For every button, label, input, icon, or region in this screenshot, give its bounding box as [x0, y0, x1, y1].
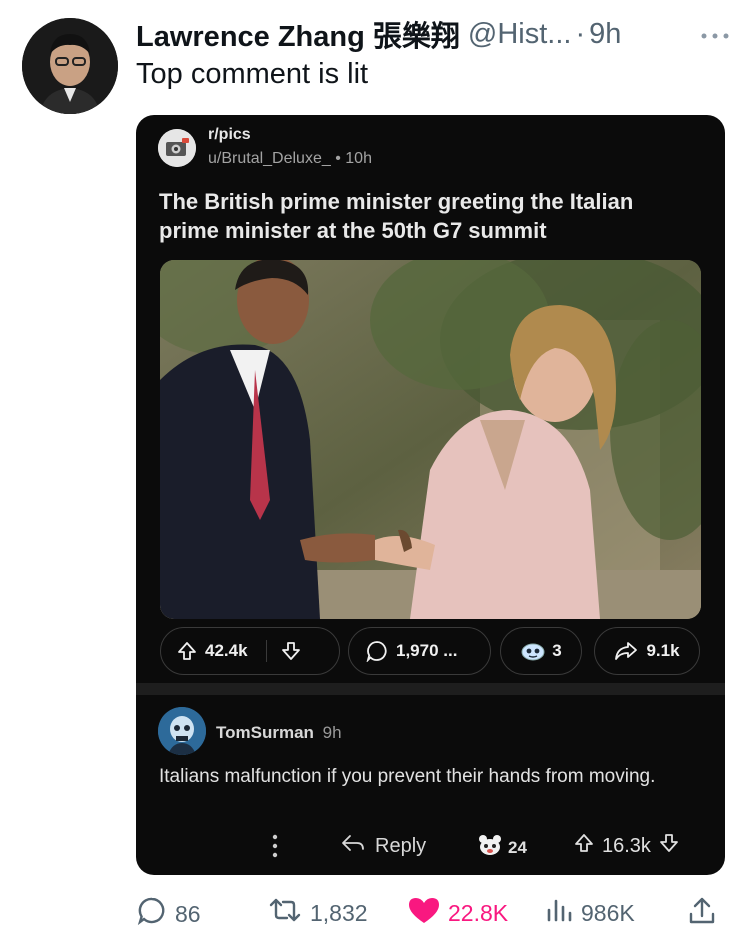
like-count: 22.8K	[448, 899, 509, 926]
awards-button[interactable]: 3	[500, 627, 582, 675]
reddit-screenshot-card[interactable]: r/pics u/Brutal_Deluxe_ • 10h The Britis…	[136, 115, 725, 875]
post-meta: u/Brutal_Deluxe_ • 10h	[208, 150, 372, 168]
commenter-avatar[interactable]	[158, 707, 206, 755]
comment-header: TomSurman 9h	[216, 723, 342, 743]
comment-text: Italians malfunction if you prevent thei…	[159, 766, 656, 787]
comment-score: 16.3k	[602, 834, 651, 857]
views-count: 986K	[581, 899, 635, 926]
post-actions: 42.4k 1,970 ... 3 9.1k	[160, 627, 701, 675]
meta-separator: •	[335, 150, 341, 167]
reply-bubble-icon	[137, 896, 167, 932]
share-tweet-button[interactable]	[688, 896, 716, 932]
comment-reply-button[interactable]: Reply	[341, 833, 426, 859]
comment-votes: 16.3k	[574, 833, 679, 859]
comment-bubble-icon	[366, 640, 388, 662]
upload-share-icon	[688, 896, 716, 932]
header-separator: ·	[575, 17, 586, 50]
views-chart-icon	[545, 896, 573, 930]
subreddit-icon	[158, 129, 196, 167]
poster-username: u/Brutal_Deluxe_	[208, 150, 331, 167]
award-count: 3	[552, 641, 562, 660]
more-vertical-icon[interactable]	[272, 833, 278, 859]
subreddit-name: r/pics	[208, 126, 251, 143]
author-handle[interactable]: @Hist...	[468, 18, 572, 51]
upvote-count: 42.4k	[205, 641, 248, 660]
reply-label: Reply	[375, 834, 427, 857]
comment-actions: Reply 24 16.3k	[136, 827, 725, 867]
comment-award-count: 24	[508, 837, 527, 857]
comment-time: 9h	[322, 723, 342, 742]
like-button[interactable]: 22.8K	[408, 896, 508, 930]
commenter-username: TomSurman	[216, 723, 314, 742]
share-arrow-icon	[614, 641, 638, 661]
comment-upvote-icon[interactable]	[574, 833, 594, 859]
vote-divider	[265, 640, 268, 662]
reply-arrow-icon	[341, 833, 365, 859]
upvote-icon[interactable]	[177, 641, 197, 661]
views-button[interactable]: 986K	[545, 896, 635, 930]
award-icon	[520, 641, 546, 661]
comment-award[interactable]: 24	[476, 833, 527, 862]
post-time: 10h	[345, 150, 372, 167]
retweet-icon	[268, 896, 302, 930]
tweet-actions: 86 1,832 22.8K 986K	[0, 890, 750, 934]
vote-pill: 42.4k	[160, 627, 340, 675]
post-title: The British prime minister greeting the …	[159, 189, 634, 243]
tweet-time[interactable]: 9h	[589, 18, 621, 51]
reply-button[interactable]: 86	[137, 896, 201, 932]
tweet-header: Lawrence Zhang 張樂翔 @Hist... · 9h	[136, 14, 730, 54]
author-name[interactable]: Lawrence Zhang 張樂翔	[136, 13, 460, 55]
downvote-icon[interactable]	[281, 641, 301, 661]
more-horizontal-icon[interactable]	[700, 16, 730, 47]
section-divider	[136, 683, 725, 695]
author-avatar[interactable]	[22, 18, 118, 114]
retweet-count: 1,832	[310, 899, 368, 926]
reply-count: 86	[175, 900, 201, 927]
heart-icon	[408, 896, 440, 930]
retweet-button[interactable]: 1,832	[268, 896, 368, 930]
comments-button[interactable]: 1,970 ...	[348, 627, 491, 675]
comment-award-icon	[476, 833, 504, 862]
comment-downvote-icon[interactable]	[659, 833, 679, 859]
tweet-text: Top comment is lit	[136, 58, 369, 90]
post-photo	[160, 260, 701, 619]
share-button[interactable]: 9.1k	[594, 627, 700, 675]
comment-count: 1,970 ...	[396, 641, 458, 660]
share-count: 9.1k	[646, 641, 680, 660]
